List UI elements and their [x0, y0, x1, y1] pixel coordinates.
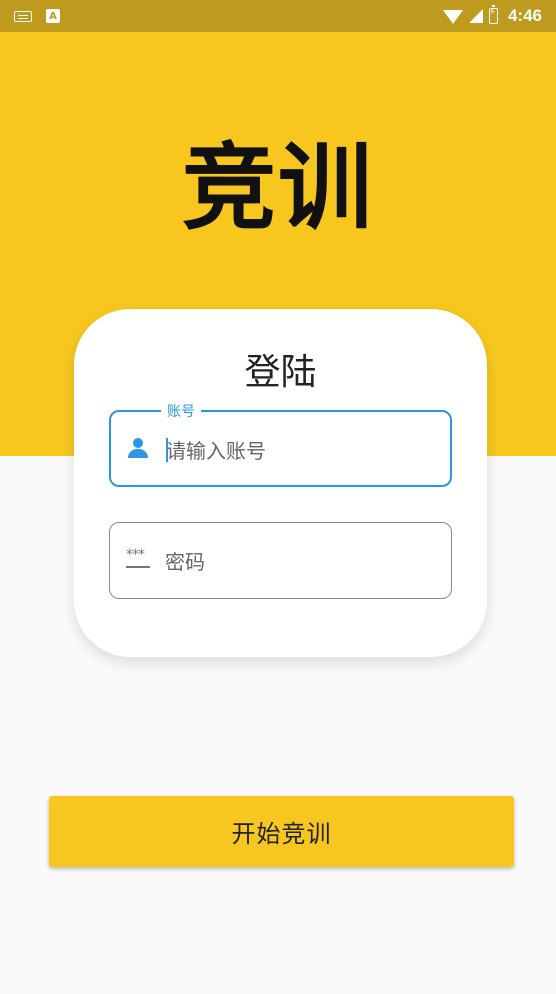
- login-card: 登陆 账号 请输入账号 *** 密码: [74, 309, 487, 657]
- battery-charging-icon: [488, 5, 498, 24]
- signal-icon: [468, 9, 483, 23]
- person-icon: [127, 438, 149, 460]
- account-placeholder: 请输入账号: [166, 439, 266, 463]
- account-label: 账号: [161, 401, 201, 421]
- login-title: 登陆: [244, 352, 317, 393]
- status-time: 4:46: [507, 6, 542, 25]
- status-bar: A 4:46: [0, 0, 556, 32]
- start-training-button[interactable]: 开始竞训: [49, 796, 514, 867]
- password-placeholder: 密码: [165, 550, 205, 574]
- wifi-icon: [442, 10, 463, 24]
- a-notification-icon: A: [46, 9, 60, 23]
- keyboard-icon: [14, 10, 32, 22]
- password-dots-icon: ***: [126, 547, 150, 569]
- account-input[interactable]: 账号 请输入账号: [109, 401, 452, 487]
- app-logo: 竞训: [181, 134, 374, 243]
- password-input[interactable]: *** 密码: [109, 522, 452, 599]
